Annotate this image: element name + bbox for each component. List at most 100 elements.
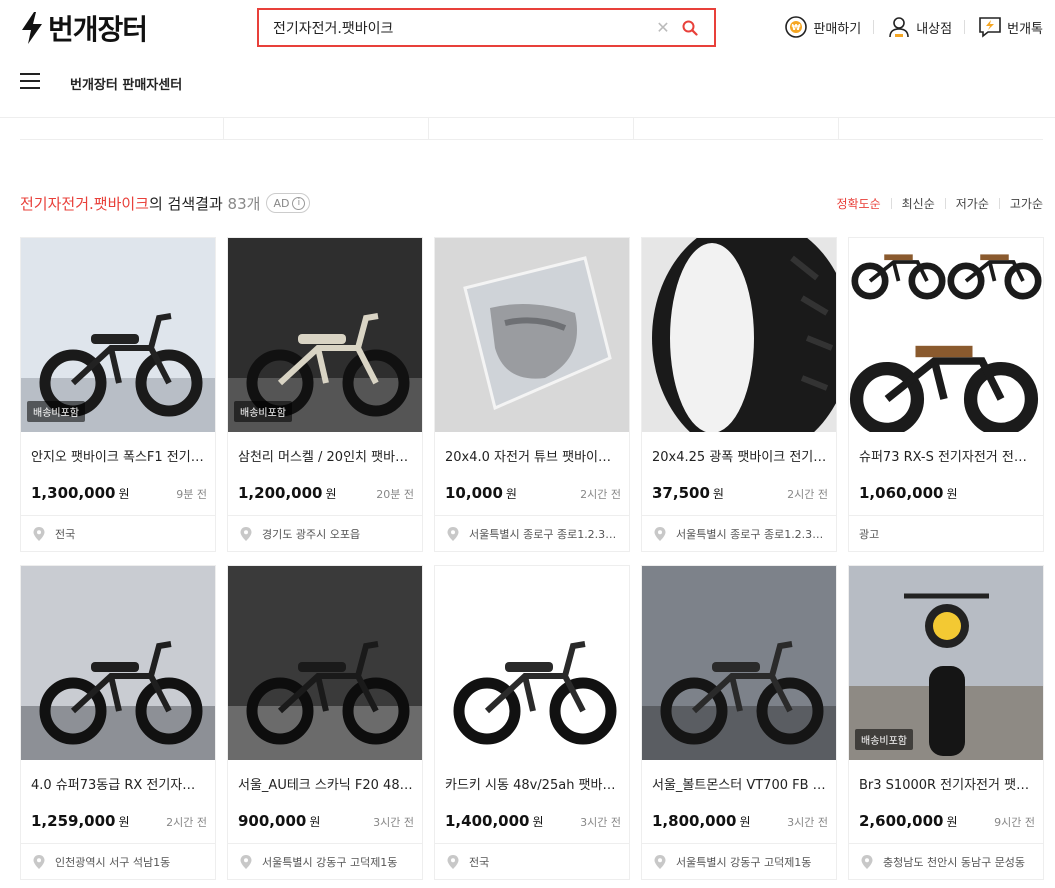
my-shop-button[interactable]: 내상점	[886, 14, 952, 40]
bunjang-talk-button[interactable]: 번개톡	[977, 14, 1043, 40]
product-title[interactable]: 서울_볼트몬스터 VT700 FB 팻바이크	[652, 774, 828, 793]
currency-unit: 원	[712, 487, 724, 501]
product-price: 1,400,000	[445, 812, 530, 830]
ad-badge[interactable]: AD i	[266, 193, 311, 213]
ad-label: AD	[273, 196, 290, 210]
product-image[interactable]	[435, 238, 629, 432]
product-price: 2,600,000	[859, 812, 944, 830]
product-card[interactable]: 카드키 시동 48v/25ah 팻바이크 전기자전거 1,400,000 원 3…	[434, 565, 630, 880]
product-title[interactable]: 카드키 시동 48v/25ah 팻바이크 전기자전거	[445, 774, 621, 793]
product-price: 10,000	[445, 484, 503, 502]
location-pin-icon	[447, 855, 459, 869]
product-card[interactable]: 4.0 슈퍼73동급 RX 전기자전거 팻바이크 1,259,000 원 2시간…	[20, 565, 216, 880]
location-text: 서울특별시 강동구 고덕제1동	[262, 856, 398, 869]
results-count: 83개	[227, 194, 261, 213]
product-title[interactable]: 서울_AU테크 스카닉 F20 48V 팻바이크	[238, 774, 414, 793]
product-card[interactable]: 20x4.0 자전거 튜브 팻바이크 전기자전거 10,000 원 2시간 전 …	[434, 237, 630, 552]
location-text: 서울특별시 강동구 고덕제1동	[676, 856, 812, 869]
sell-won-icon: ₩	[783, 14, 809, 40]
product-title[interactable]: Br3 S1000R 전기자전거 팻바이크	[859, 774, 1035, 793]
product-card[interactable]: 슈퍼73 RX-S 전기자전거 전기바이크 1,060,000 원 광고	[848, 237, 1044, 552]
product-card[interactable]: 서울_AU테크 스카닉 F20 48V 팻바이크 900,000 원 3시간 전…	[227, 565, 423, 880]
currency-unit: 원	[325, 487, 337, 501]
top-header: 번개장터 ✕ ₩ 판매하기 내상점 번개톡 번개장	[0, 0, 1055, 118]
location-text: 광고	[859, 528, 880, 541]
bunjang-logo[interactable]: 번개장터	[20, 10, 148, 46]
sell-button[interactable]: ₩ 판매하기	[783, 14, 861, 40]
product-card[interactable]: 서울_볼트몬스터 VT700 FB 팻바이크 1,800,000 원 3시간 전…	[641, 565, 837, 880]
category-divider	[633, 118, 634, 140]
product-location: 전국	[435, 843, 629, 880]
product-title[interactable]: 안지오 팻바이크 폭스F1 전기자전거	[31, 446, 207, 465]
posted-time: 2시간 전	[166, 816, 207, 829]
product-card[interactable]: 배송비포함 Br3 S1000R 전기자전거 팻바이크 2,600,000 원 …	[848, 565, 1044, 880]
logo-text: 번개장터	[48, 13, 148, 46]
shipping-included-badge: 배송비포함	[855, 729, 913, 750]
currency-unit: 원	[532, 815, 544, 829]
product-title[interactable]: 삼천리 머스켈 / 20인치 팻바이크	[238, 446, 414, 465]
product-image[interactable]	[228, 566, 422, 760]
product-image[interactable]: 배송비포함	[228, 238, 422, 432]
location-pin-icon	[240, 527, 252, 541]
product-card[interactable]: 배송비포함 안지오 팻바이크 폭스F1 전기자전거 1,300,000 원 9분…	[20, 237, 216, 552]
sort-divider	[998, 197, 1000, 209]
currency-unit: 원	[118, 815, 130, 829]
location-pin-icon	[654, 527, 666, 541]
price-row: 10,000 원 2시간 전	[445, 484, 621, 502]
product-location: 서울특별시 종로구 종로1.2.3.4가동	[642, 515, 836, 552]
product-card[interactable]: 20x4.25 광폭 팻바이크 전기자전거 타이어 37,500 원 2시간 전…	[641, 237, 837, 552]
price-row: 1,800,000 원 3시간 전	[652, 812, 828, 830]
sort-latest[interactable]: 최신순	[902, 195, 935, 212]
posted-time: 9분 전	[176, 488, 207, 501]
sort-low-price[interactable]: 저가순	[956, 195, 989, 212]
location-text: 충청남도 천안시 동남구 문성동	[883, 856, 1026, 869]
product-image[interactable]: 배송비포함	[21, 238, 215, 432]
product-image[interactable]: 배송비포함	[849, 566, 1043, 760]
shipping-included-badge: 배송비포함	[27, 401, 85, 422]
currency-unit: 원	[739, 815, 751, 829]
sort-accuracy[interactable]: 정확도순	[836, 195, 880, 212]
location-text: 경기도 광주시 오포읍	[262, 528, 361, 541]
search-box[interactable]: ✕	[257, 8, 716, 47]
product-card[interactable]: 배송비포함 삼천리 머스켈 / 20인치 팻바이크 1,200,000 원 20…	[227, 237, 423, 552]
shipping-included-badge: 배송비포함	[234, 401, 292, 422]
my-shop-label: 내상점	[916, 21, 953, 37]
location-pin-icon	[240, 855, 252, 869]
product-image[interactable]	[21, 566, 215, 760]
seller-center-link[interactable]: 번개장터 판매자센터	[70, 74, 182, 93]
category-strip	[20, 118, 1043, 140]
posted-time: 3시간 전	[373, 816, 414, 829]
product-image[interactable]	[642, 238, 836, 432]
sort-high-price[interactable]: 고가순	[1010, 195, 1043, 212]
search-icon[interactable]	[680, 18, 700, 38]
price-row: 1,259,000 원 2시간 전	[31, 812, 207, 830]
bunjang-talk-label: 번개톡	[1007, 21, 1043, 37]
product-image[interactable]	[642, 566, 836, 760]
location-pin-icon	[33, 527, 45, 541]
menu-divider	[873, 20, 875, 34]
location-pin-icon	[654, 855, 666, 869]
clear-icon[interactable]: ✕	[654, 18, 672, 37]
product-price: 900,000	[238, 812, 307, 830]
product-price: 1,200,000	[238, 484, 323, 502]
menu-divider	[964, 20, 966, 34]
product-title[interactable]: 20x4.25 광폭 팻바이크 전기자전거 타이어	[652, 446, 828, 465]
menu-icon[interactable]	[20, 73, 40, 89]
product-image[interactable]	[435, 566, 629, 760]
location-text: 전국	[469, 856, 490, 869]
currency-unit: 원	[118, 487, 130, 501]
price-row: 1,060,000 원	[859, 484, 1035, 502]
product-title[interactable]: 20x4.0 자전거 튜브 팻바이크 전기자전거	[445, 446, 621, 465]
product-image[interactable]	[849, 238, 1043, 432]
product-title[interactable]: 4.0 슈퍼73동급 RX 전기자전거 팻바이크	[31, 774, 207, 793]
price-row: 1,400,000 원 3시간 전	[445, 812, 621, 830]
product-title[interactable]: 슈퍼73 RX-S 전기자전거 전기바이크	[859, 446, 1035, 465]
currency-unit: 원	[309, 815, 321, 829]
bolt-logo-icon	[22, 12, 42, 44]
price-row: 900,000 원 3시간 전	[238, 812, 414, 830]
product-price: 1,300,000	[31, 484, 116, 502]
search-input[interactable]	[273, 19, 654, 36]
product-location: 전국	[21, 515, 215, 552]
product-price: 1,060,000	[859, 484, 944, 502]
posted-time: 9시간 전	[994, 816, 1035, 829]
